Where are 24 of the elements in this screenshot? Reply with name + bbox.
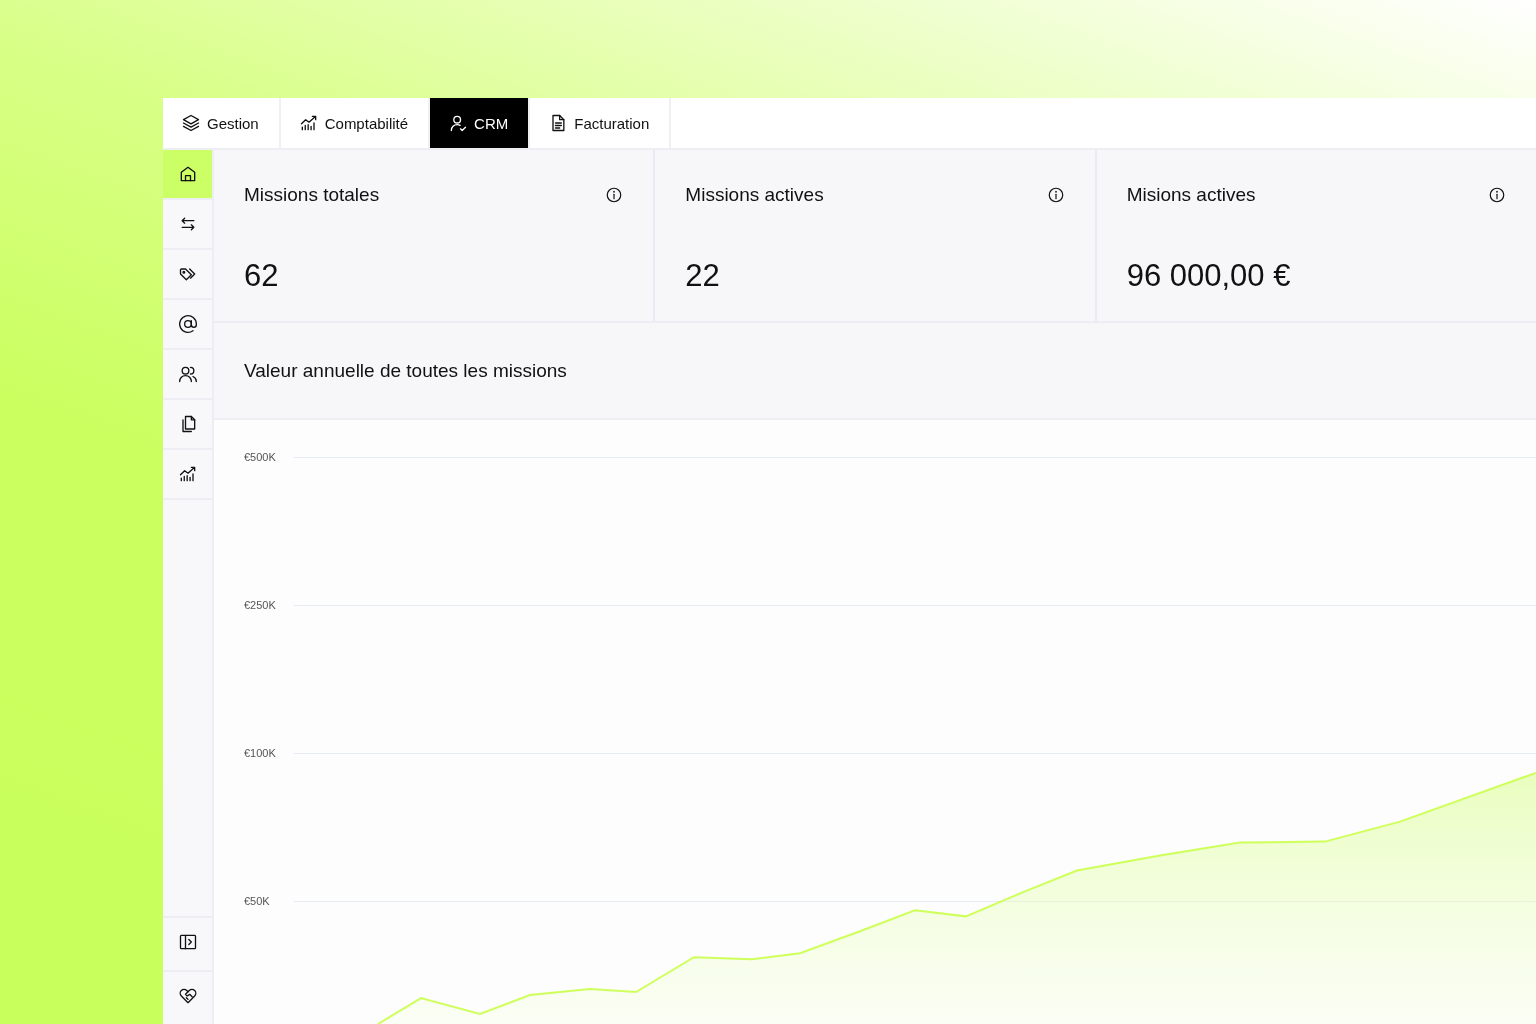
bar-chart-icon: [298, 113, 319, 133]
axis-tick-label: €100K: [244, 747, 277, 759]
handshake-heart-icon: [177, 986, 198, 1006]
sidebar-item[interactable]: [163, 150, 212, 200]
axis-tick-label: €500K: [244, 451, 277, 463]
axis-tick-label: €50K: [244, 895, 271, 907]
layers-icon: [181, 113, 201, 133]
stat-title: Missions actives: [685, 184, 824, 206]
user-check-icon: [448, 113, 469, 133]
tab[interactable]: CRM: [430, 98, 531, 148]
sidebar-toggle-icon: [177, 932, 198, 952]
stat-title: Misions actives: [1126, 184, 1256, 206]
users-icon: [177, 364, 198, 384]
info-icon: [605, 186, 624, 204]
stat-title: Missions totales: [244, 184, 380, 206]
at-sign-icon: [177, 314, 198, 334]
bar-chart-icon: [177, 464, 198, 484]
stat-value: 22: [685, 258, 721, 294]
axis-tick-label: €250K: [244, 599, 277, 611]
stat-value: 62: [244, 258, 280, 294]
info-icon: [1046, 186, 1065, 204]
chart-title: Valeur annuelle de toutes les missions: [244, 359, 567, 382]
stat-value: 96 000,00 €: [1126, 258, 1292, 294]
info-icon: [1488, 186, 1506, 204]
